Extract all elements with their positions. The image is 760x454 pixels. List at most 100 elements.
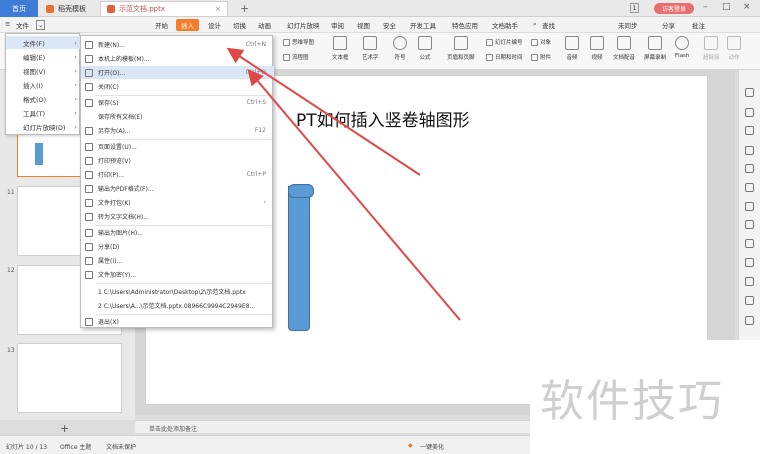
minimize-icon[interactable]: – [703,2,708,12]
attachment-button[interactable]: 附件 [531,53,551,61]
file-menu-item-view[interactable]: 视图(V) › [6,64,81,77]
file-menu-item-slideshow[interactable]: 幻灯片放映(D) › [6,120,81,133]
submenu-open[interactable]: 打开(O)... Ctrl+O [81,66,274,79]
header-footer-button[interactable]: 页眉和页脚 [447,36,475,61]
menu-start[interactable]: 开始 [155,20,168,30]
menu-view[interactable]: 视图 [357,20,370,30]
vertical-scroll-shape[interactable] [288,186,310,331]
maximize-icon[interactable]: □ [722,2,731,12]
submenu-print[interactable]: 打印(P)... Ctrl+P [81,168,274,181]
file-menu-item-tools[interactable]: 工具(T) › [6,106,81,119]
file-menu-item-file[interactable]: 文件(F) › [6,36,81,49]
submenu-exit[interactable]: 退出(X) [81,315,274,328]
mind-map-button[interactable]: 思维导图 [283,38,314,46]
menu-insert[interactable]: 插入 [176,19,199,31]
pane-icon-13[interactable] [745,316,754,325]
formula-button[interactable]: 公式 [418,36,432,61]
flowchart-button[interactable]: 流程图 [283,53,309,61]
login-button[interactable]: 访客登录 [654,3,694,14]
submenu-save-as[interactable]: 另存为(A)... F12 [81,124,274,137]
sync-status[interactable]: 未同步 [618,20,638,30]
pane-icon-6[interactable] [745,183,754,192]
submenu-save[interactable]: 保存(S) Ctrl+S [81,96,274,109]
menu-transition[interactable]: 切换 [233,20,246,30]
submenu-encrypt[interactable]: 文件加密(Y)... [81,268,274,281]
add-slide-button[interactable]: + [60,422,69,435]
submenu-export-pdf[interactable]: 输出为PDF格式(F)... [81,182,274,195]
art-text-button[interactable]: 艺术字 [362,36,379,61]
slide-number-button[interactable]: 幻灯片编号 [486,38,523,46]
pane-icon-7[interactable] [745,202,754,211]
submenu-properties[interactable]: 属性(I)... [81,254,274,267]
submenu-recent-2[interactable]: 2 C:\Users\A...\示范文档.pptx.08966C9994C294… [81,299,274,312]
pane-icon-10[interactable] [745,258,754,267]
action-button[interactable]: 动作 [727,36,741,61]
tab-template[interactable]: 稻壳模板 [40,1,98,16]
menu-devtools[interactable]: 开发工具 [410,20,436,30]
menu-design[interactable]: 设计 [208,20,221,30]
close-window-icon[interactable]: × [743,2,751,12]
menu-features[interactable]: 特色应用 [452,20,478,30]
theme-name[interactable]: Office 主题 [60,442,91,451]
search-label[interactable]: 查找 [542,20,555,30]
file-menu-item-insert[interactable]: 插入(I) › [6,78,81,91]
submenu-new[interactable]: 新建(N)... Ctrl+N [81,38,274,51]
textbox-button[interactable]: 文本框 [332,36,349,61]
submenu-save-all[interactable]: 保存所有文档(E) [81,110,274,123]
pane-icon-4[interactable] [745,146,754,155]
pane-icon-1[interactable] [745,88,754,97]
screen-record-button[interactable]: 屏幕录制 [644,36,666,61]
file-menu-label: 幻灯片放映(D) [23,123,66,132]
file-menu-item-edit[interactable]: 编辑(E) › [6,50,81,63]
slide-title[interactable]: PT如何插入竖卷轴图形 [296,106,470,131]
pane-icon-8[interactable] [745,220,754,229]
submenu-close[interactable]: 关闭(C) [81,80,274,93]
submenu-recent-1[interactable]: 1 C:\Users\Administrator\Desktop\2\示范文档.… [81,285,274,298]
menu-animation[interactable]: 动画 [258,20,271,30]
file-menu-item-format[interactable]: 格式(O) › [6,92,81,105]
doc-audio-button[interactable]: 文档配音 [613,36,635,61]
slide-number-12: 12 [7,267,15,274]
pane-icon-11[interactable] [745,277,754,286]
pane-icon-9[interactable] [745,239,754,248]
slide-thumbnail-13[interactable] [17,343,122,413]
video-button[interactable]: 视频 [590,36,604,61]
share-button[interactable]: 分享 [662,20,675,30]
submenu-label: 转为文字文档(H)... [98,214,149,221]
scroll-shape-top[interactable] [288,184,314,198]
submenu-print-preview[interactable]: 打印预览(V) [81,154,274,167]
beautify-button[interactable]: 一键美化 [420,442,444,451]
date-time-button[interactable]: 日期和时间 [486,53,523,61]
submenu-local-template[interactable]: 本机上的模板(M)... [81,52,274,65]
submenu-share[interactable]: 分享(D) [81,240,274,253]
search-icon[interactable]: ⌕ [533,20,537,29]
file-dropdown-icon[interactable]: ⌄ [36,20,46,30]
menu-review[interactable]: 审阅 [331,20,344,30]
menu-doc-assistant[interactable]: 文档助手 [492,20,518,30]
object-button[interactable]: 对象 [531,38,551,46]
audio-button[interactable]: 音频 [565,36,579,61]
hyperlink-button[interactable]: 超链接 [703,36,720,61]
submenu-package[interactable]: 文件打包(K) › [81,196,274,209]
menu-security[interactable]: 安全 [383,20,396,30]
submenu-export-image[interactable]: 输出为图片(H)... [81,226,274,239]
new-tab-button[interactable]: + [240,2,249,15]
pane-icon-12[interactable] [745,296,754,305]
menu-file[interactable]: 文件 [16,20,29,30]
pane-icon-2[interactable] [745,108,754,117]
symbol-button[interactable]: 符号 [393,36,407,61]
pane-icon-5[interactable] [745,164,754,173]
close-tab-icon[interactable]: × [215,5,221,13]
hamburger-icon[interactable]: ≡ [5,20,10,28]
beautify-icon[interactable]: ◆ [408,442,413,449]
submenu-convert-doc[interactable]: 转为文字文档(H)... [81,210,274,223]
menu-slideshow[interactable]: 幻灯片放映 [287,20,320,30]
flash-button[interactable]: Flash [675,36,689,59]
tab-document[interactable]: 示范文档.pptx × [100,1,228,16]
submenu-page-setup[interactable]: 页面设置(U)... [81,140,274,153]
comment-button[interactable]: 批注 [692,20,705,30]
protect-status[interactable]: 文档未保护 [106,442,136,451]
pane-icon-3[interactable] [745,126,754,135]
file-menu-label: 编辑(E) [23,53,46,62]
tab-home[interactable]: 首页 [0,0,38,17]
